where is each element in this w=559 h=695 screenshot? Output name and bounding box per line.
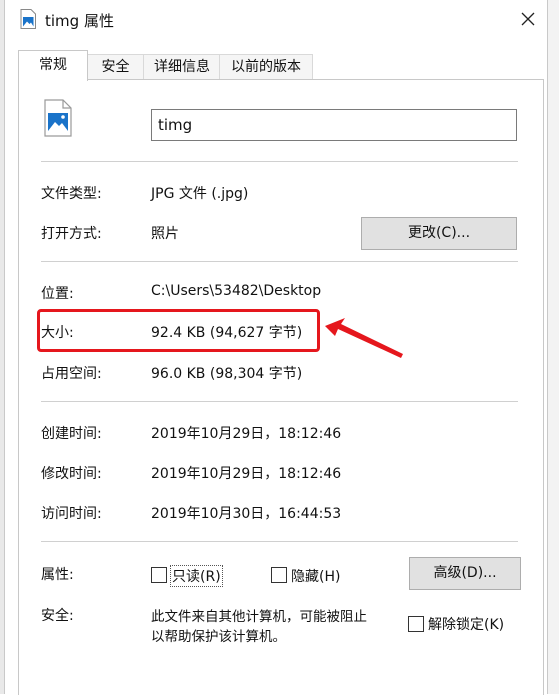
general-panel [18,79,544,695]
created-label: 创建时间: [41,426,102,442]
change-button-label: 更改(C)... [407,225,471,241]
separator [41,401,518,402]
title-bar[interactable]: timg 属性 [5,0,547,38]
annotation-arrow-icon [325,318,403,358]
readonly-checkbox-label[interactable]: 只读(R) [170,565,223,587]
modified-label: 修改时间: [41,466,102,482]
attributes-label: 属性: [41,567,74,583]
close-icon [521,12,535,26]
disk-size-label: 占用空间: [41,366,102,382]
modified-value: 2019年10月29日，18:12:46 [151,466,342,482]
image-file-icon [20,9,36,29]
location-label: 位置: [41,286,74,302]
file-type-label: 文件类型: [41,186,102,202]
tab-details[interactable]: 详细信息 [143,54,221,80]
security-message-line2: 以帮助保护该计算机。 [151,629,286,645]
advanced-button[interactable]: 高级(D)... [409,557,521,590]
accessed-label: 访问时间: [41,506,102,522]
file-type-value: JPG 文件 (.jpg) [151,186,249,202]
hidden-checkbox[interactable] [271,567,287,583]
advanced-button-label: 高级(D)... [433,565,497,581]
separator [41,161,518,162]
change-button[interactable]: 更改(C)... [361,217,517,250]
security-message-line1: 此文件来自其他计算机，可能被阻止 [151,609,367,625]
open-with-label: 打开方式: [41,226,102,242]
tab-previous-versions[interactable]: 以前的版本 [219,54,313,80]
accessed-value: 2019年10月30日，16:44:53 [151,506,342,522]
image-file-icon [44,99,72,137]
security-label: 安全: [41,608,74,624]
created-value: 2019年10月29日，18:12:46 [151,426,342,442]
disk-size-value: 96.0 KB (98,304 字节) [151,366,303,382]
properties-window: timg 属性 常规 安全 详细信息 以前的版本 timg 文件类型: JPG … [4,0,548,695]
separator [41,261,518,262]
close-button[interactable] [513,6,543,32]
hidden-checkbox-label[interactable]: 隐藏(H) [291,566,340,586]
location-value[interactable]: C:\Users\53482\Desktop [151,283,321,299]
open-with-value: 照片 [151,226,179,242]
file-name-input[interactable]: timg [151,109,517,141]
separator [41,541,518,542]
unblock-checkbox-label[interactable]: 解除锁定(K) [428,614,504,634]
readonly-checkbox[interactable] [151,567,167,583]
tab-general[interactable]: 常规 [18,50,88,81]
tab-security[interactable]: 安全 [86,54,145,80]
unblock-checkbox[interactable] [408,616,424,632]
annotation-highlight-box [37,309,320,352]
window-title: timg 属性 [45,12,114,30]
